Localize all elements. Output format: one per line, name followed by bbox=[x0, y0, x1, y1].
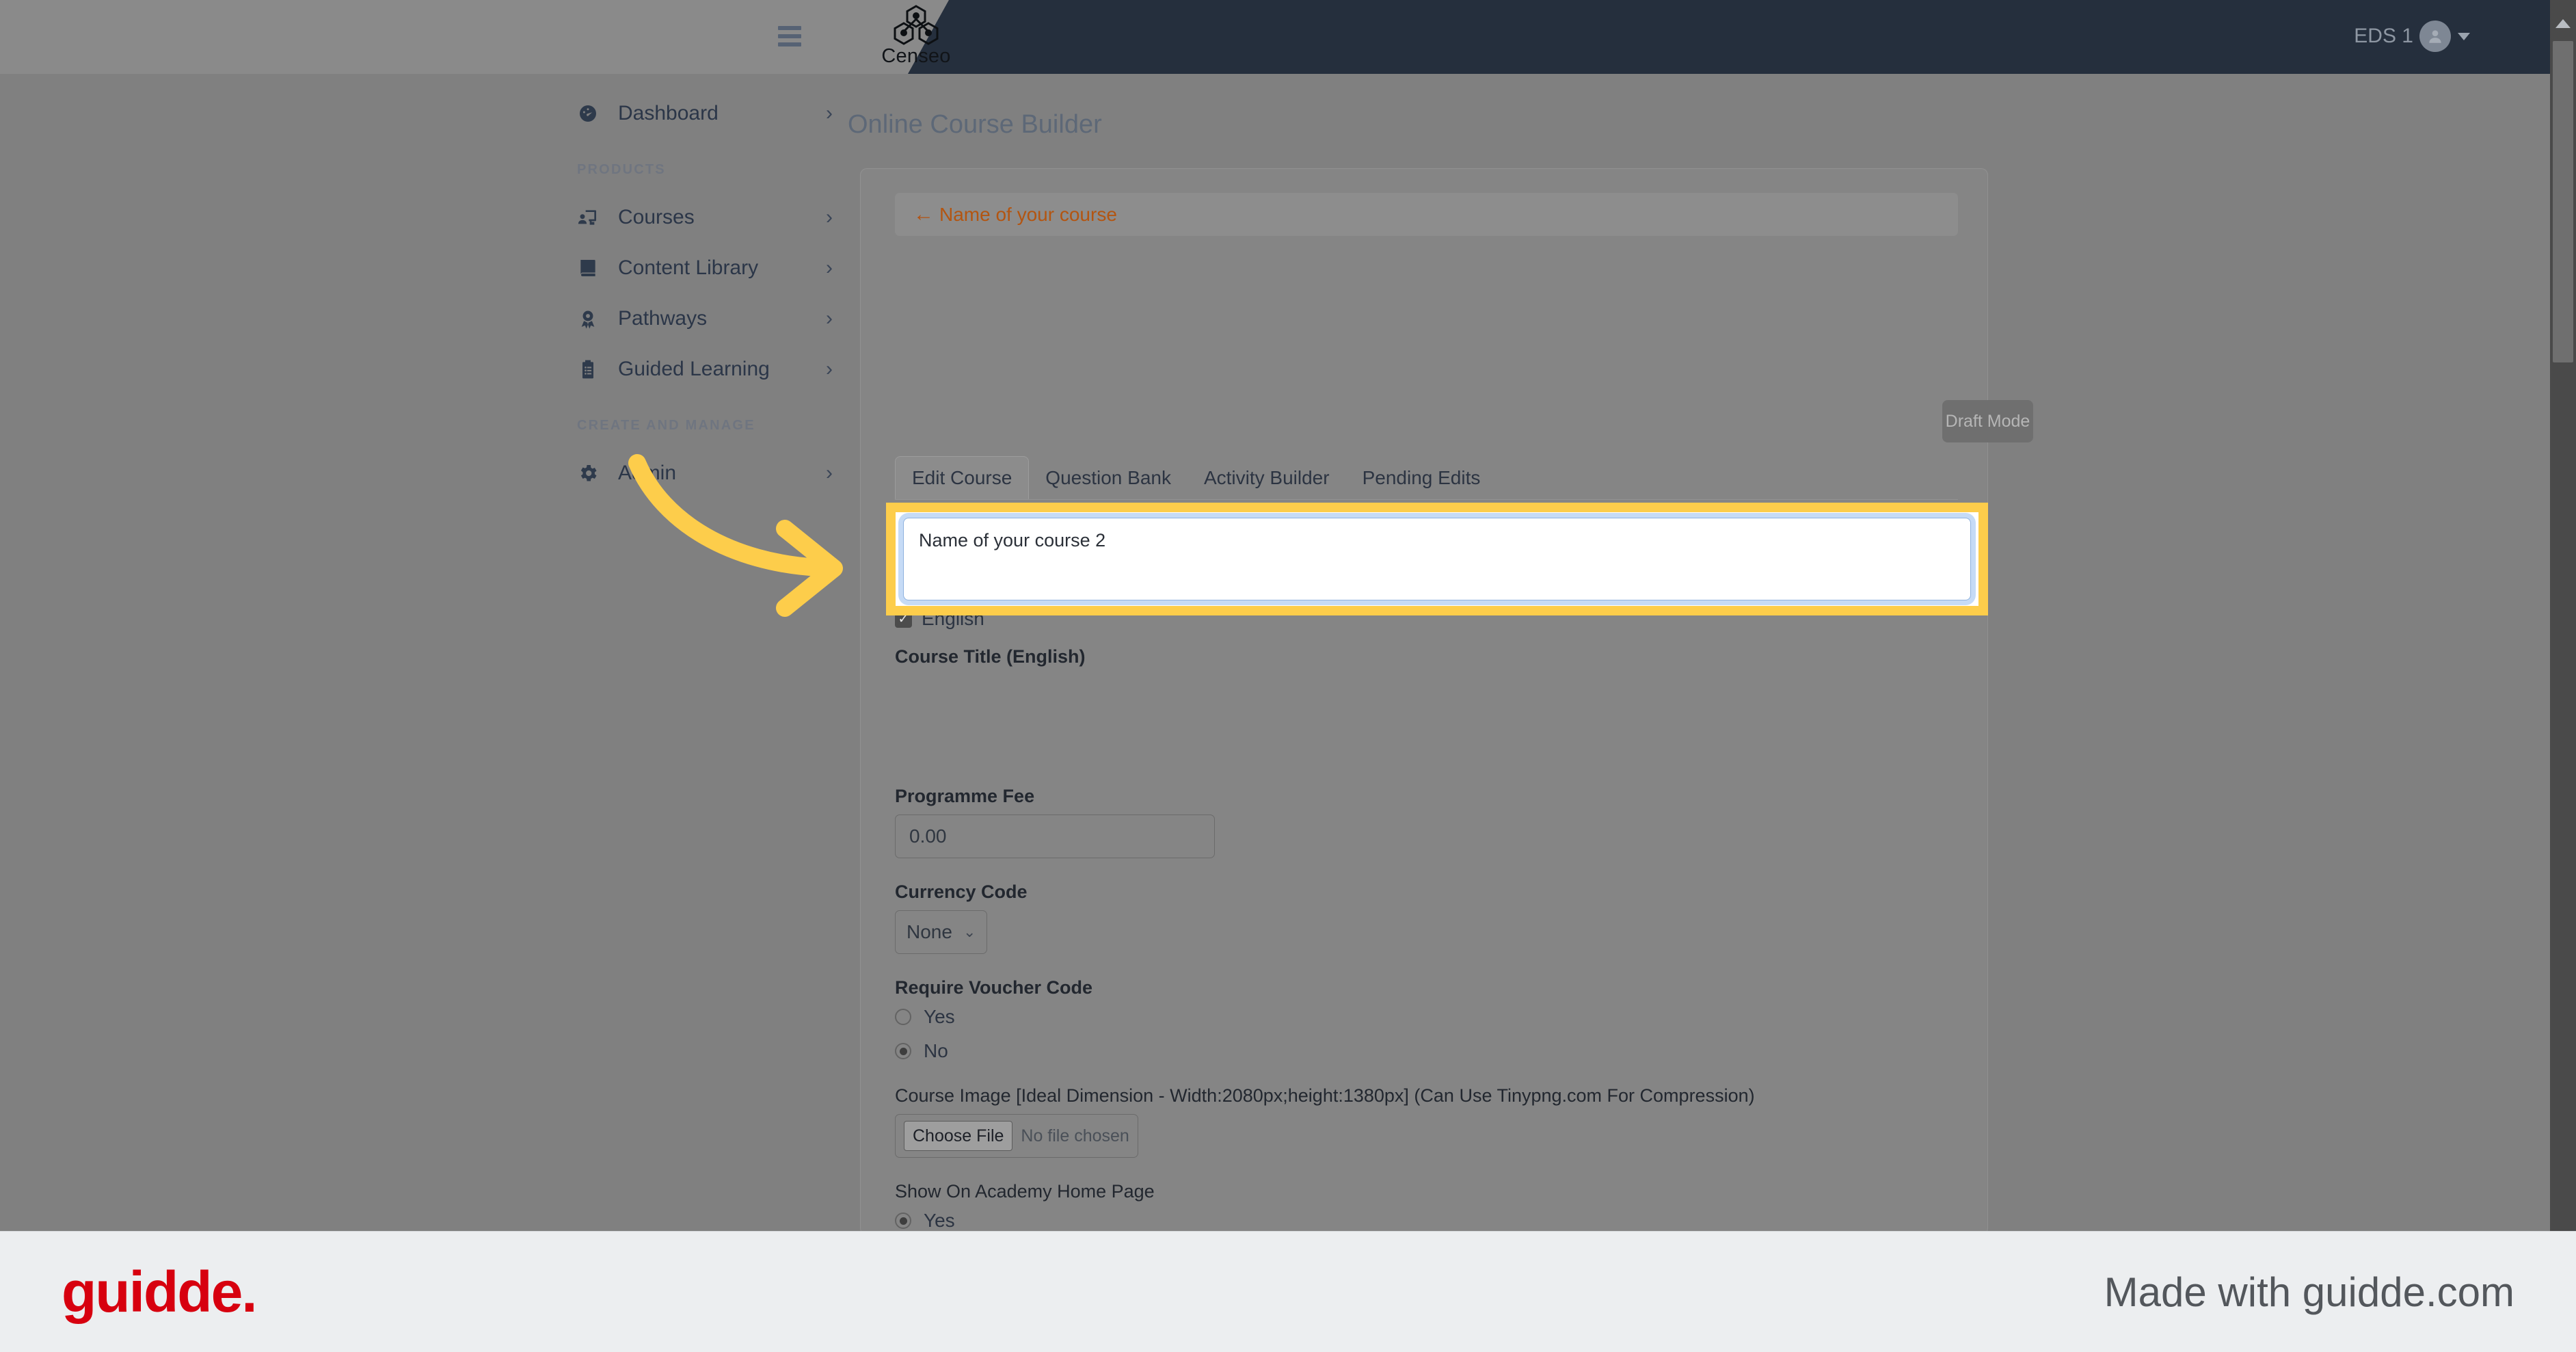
tab-question-bank[interactable]: Question Bank bbox=[1029, 456, 1188, 499]
programme-fee-value: 0.00 bbox=[909, 825, 947, 847]
chevron-right-icon: › bbox=[826, 462, 833, 484]
course-title-textarea[interactable]: Name of your course 2 bbox=[903, 518, 1971, 600]
main-content: Online Course Builder ← Name of your cou… bbox=[848, 74, 2033, 1231]
brand-name: Censeo bbox=[881, 45, 951, 67]
breadcrumb[interactable]: ← Name of your course bbox=[895, 193, 1958, 236]
page-scrollbar[interactable] bbox=[2550, 0, 2576, 1231]
course-image-group: Course Image [Ideal Dimension - Width:20… bbox=[895, 1085, 1961, 1158]
tab-pending-edits[interactable]: Pending Edits bbox=[1346, 456, 1497, 499]
screenshot-root: Censeo EDS 1 Dashboard › PRODUCTS Course… bbox=[0, 0, 2576, 1352]
award-ribbon-icon bbox=[577, 308, 608, 330]
sidebar-item-courses[interactable]: Courses › bbox=[547, 197, 848, 238]
gear-icon bbox=[577, 462, 608, 484]
currency-code-group: Currency Code None ⌄ bbox=[895, 882, 1961, 954]
made-with-guidde-text: Made with guidde.com bbox=[2104, 1269, 2514, 1315]
user-menu[interactable]: EDS 1 bbox=[2354, 21, 2470, 52]
require-voucher-label: Require Voucher Code bbox=[895, 977, 1093, 998]
sidebar-item-label: Guided Learning bbox=[618, 358, 770, 380]
sidebar-item-pathways[interactable]: Pathways › bbox=[547, 298, 848, 339]
caret-down-icon bbox=[2458, 32, 2470, 40]
choose-file-button[interactable]: Choose File bbox=[904, 1121, 1013, 1151]
page-title: Online Course Builder bbox=[848, 110, 1102, 139]
programme-fee-group: Programme Fee 0.00 bbox=[895, 786, 1961, 858]
show-on-home-group: Show On Academy Home Page Yes No bbox=[895, 1181, 1961, 1231]
clipboard-list-icon bbox=[577, 358, 608, 380]
programme-fee-label: Programme Fee bbox=[895, 786, 1035, 806]
voucher-no-row[interactable]: No bbox=[895, 1040, 1961, 1062]
course-title-value: Name of your course 2 bbox=[919, 530, 1106, 551]
tab-edit-course[interactable]: Edit Course bbox=[895, 456, 1030, 499]
sidebar-item-label: Dashboard bbox=[618, 102, 719, 124]
hamburger-icon[interactable] bbox=[778, 26, 801, 47]
sidebar-item-content-library[interactable]: Content Library › bbox=[547, 248, 848, 289]
censeo-molecule-logo bbox=[894, 5, 939, 45]
course-tabs: Edit Course Question Bank Activity Build… bbox=[895, 456, 1958, 500]
course-title-group: Course Title (English) bbox=[895, 646, 1961, 776]
edit-course-form: Languages ✓ English Course Title (Englis… bbox=[895, 579, 1961, 1231]
sidebar-item-guided-learning[interactable]: Guided Learning › bbox=[547, 349, 848, 390]
sidebar-item-admin[interactable]: Admin › bbox=[547, 453, 848, 494]
guidde-footer: guidde. Made with guidde.com bbox=[0, 1231, 2576, 1352]
tab-activity-builder[interactable]: Activity Builder bbox=[1188, 456, 1346, 499]
voucher-no-label: No bbox=[924, 1040, 948, 1061]
radio-show-home-yes[interactable] bbox=[895, 1212, 911, 1229]
radio-voucher-yes[interactable] bbox=[895, 1009, 911, 1025]
currency-code-value: None bbox=[907, 921, 952, 942]
highlight-inner: Name of your course 2 bbox=[896, 512, 1978, 606]
sidebar-item-label: Admin bbox=[618, 462, 677, 484]
chevron-right-icon: › bbox=[826, 102, 833, 124]
navbar-dark-panel bbox=[908, 0, 2576, 74]
highlight-overlay: Name of your course 2 bbox=[886, 503, 1988, 615]
chevron-right-icon: › bbox=[826, 256, 833, 279]
back-arrow-icon: ← bbox=[913, 202, 934, 226]
book-icon bbox=[577, 257, 608, 279]
top-navbar: Censeo EDS 1 bbox=[0, 0, 2576, 74]
radio-voucher-no[interactable] bbox=[895, 1043, 911, 1059]
show-home-yes-label: Yes bbox=[924, 1210, 955, 1231]
application-viewport: Censeo EDS 1 Dashboard › PRODUCTS Course… bbox=[0, 0, 2576, 1231]
chevron-down-icon: ⌄ bbox=[963, 923, 976, 940]
user-name: EDS 1 bbox=[2354, 25, 2413, 47]
user-avatar-icon bbox=[2419, 21, 2451, 52]
breadcrumb-course-name: Name of your course bbox=[939, 203, 1117, 225]
chevron-right-icon: › bbox=[826, 307, 833, 330]
status-badge: Draft Mode bbox=[1942, 400, 2033, 442]
guidde-logo: guidde. bbox=[62, 1259, 258, 1324]
dashboard-gauge-icon bbox=[577, 103, 608, 124]
sidebar-item-label: Courses bbox=[618, 206, 695, 228]
censeo-logo[interactable]: Censeo bbox=[858, 4, 974, 70]
chevron-right-icon: › bbox=[826, 206, 833, 228]
show-on-home-label: Show On Academy Home Page bbox=[895, 1181, 1155, 1202]
course-builder-panel: ← Name of your course Draft Mode Edit Co… bbox=[860, 168, 2033, 1231]
chevron-right-icon: › bbox=[826, 358, 833, 380]
show-home-yes-row[interactable]: Yes bbox=[895, 1210, 1961, 1231]
programme-fee-input[interactable]: 0.00 bbox=[895, 814, 1215, 858]
sidebar-item-label: Content Library bbox=[618, 256, 759, 279]
require-voucher-group: Require Voucher Code Yes No bbox=[895, 977, 1961, 1062]
sidebar: Dashboard › PRODUCTS Courses › Content L… bbox=[547, 74, 848, 1231]
scroll-up-arrow-icon[interactable] bbox=[2555, 19, 2571, 28]
voucher-yes-label: Yes bbox=[924, 1006, 955, 1027]
course-image-label: Course Image [Ideal Dimension - Width:20… bbox=[895, 1085, 1755, 1106]
no-file-chosen-text: No file chosen bbox=[1021, 1126, 1129, 1145]
sidebar-section-products: PRODUCTS bbox=[577, 161, 666, 177]
scrollbar-thumb[interactable] bbox=[2553, 41, 2573, 362]
voucher-yes-row[interactable]: Yes bbox=[895, 1006, 1961, 1028]
course-title-label: Course Title (English) bbox=[895, 646, 1086, 667]
currency-code-select[interactable]: None ⌄ bbox=[895, 910, 988, 954]
currency-code-label: Currency Code bbox=[895, 882, 1028, 902]
courses-screen-icon bbox=[577, 207, 608, 228]
sidebar-section-create-and-manage: CREATE AND MANAGE bbox=[577, 417, 755, 433]
course-image-file-input[interactable]: Choose File No file chosen bbox=[895, 1114, 1138, 1158]
sidebar-item-dashboard[interactable]: Dashboard › bbox=[547, 93, 848, 134]
sidebar-item-label: Pathways bbox=[618, 307, 708, 330]
